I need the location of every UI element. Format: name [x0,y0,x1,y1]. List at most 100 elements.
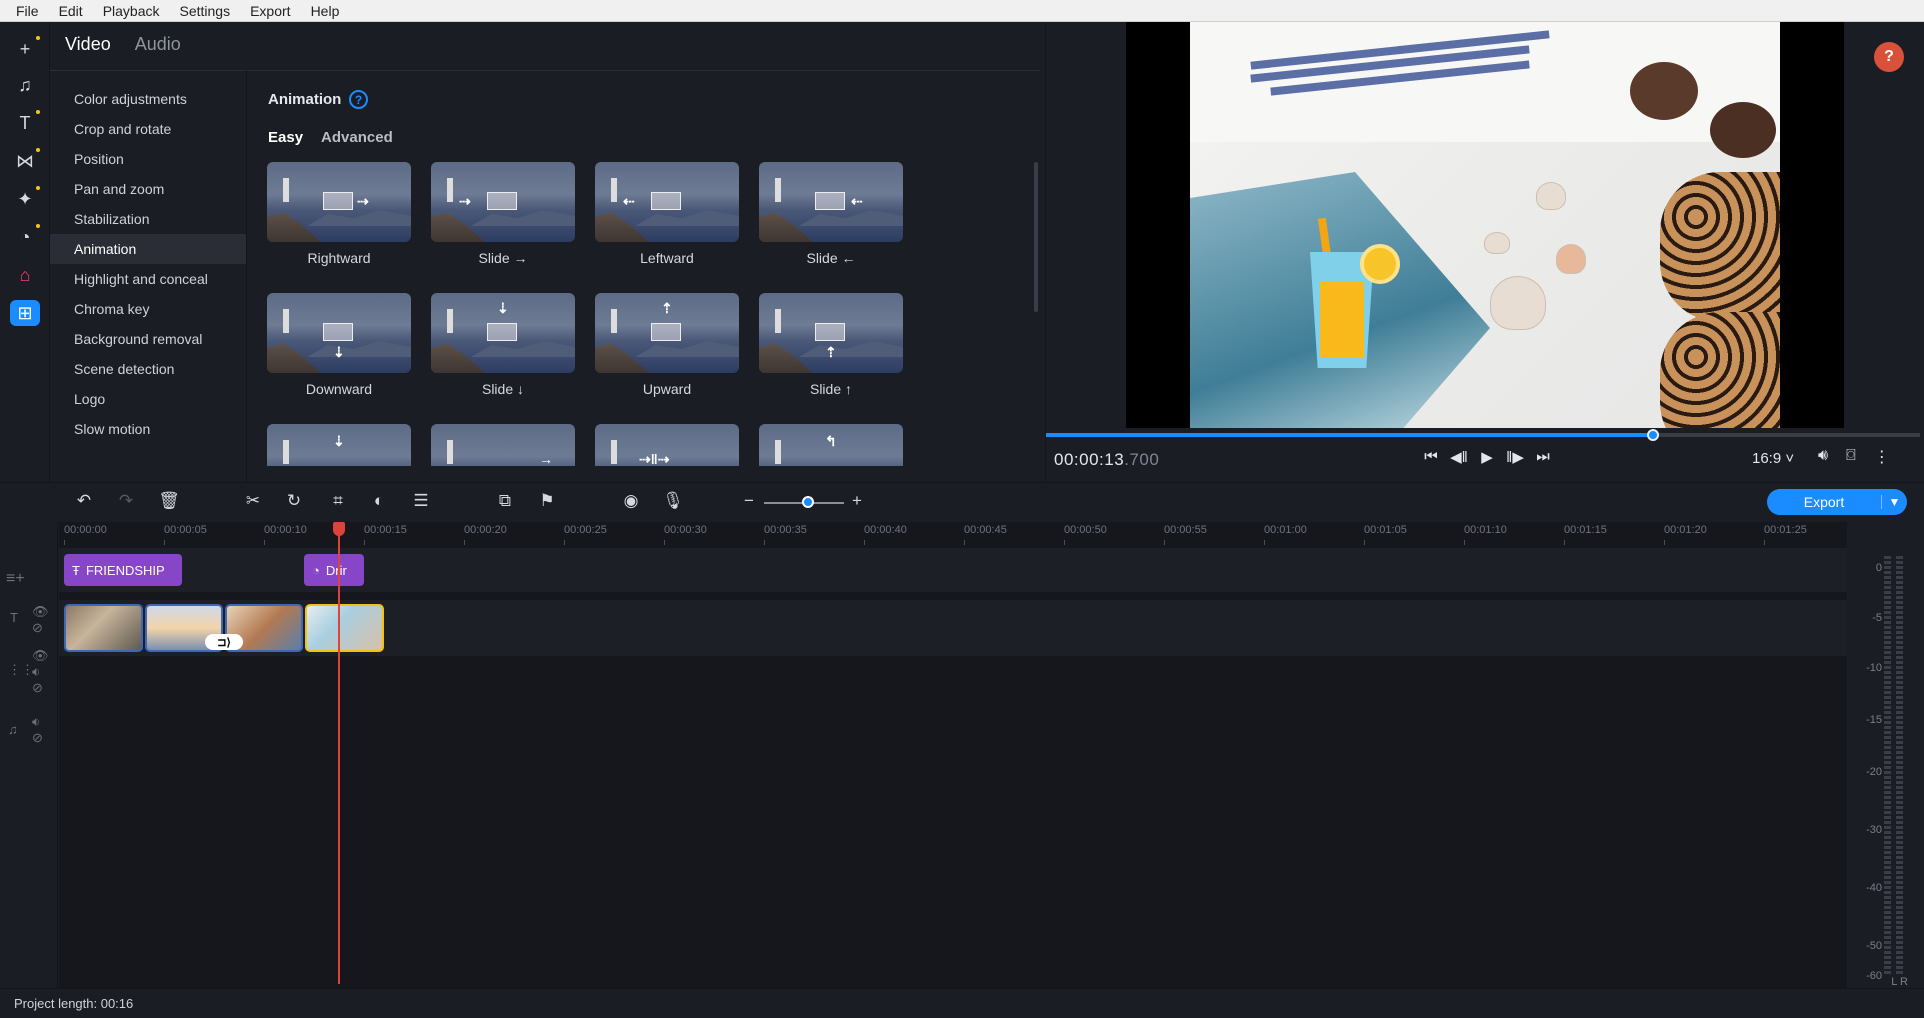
lock-icon[interactable]: ⊘ [32,730,43,746]
volume-icon[interactable]: 🔊︎ [1818,447,1828,467]
preset-partial[interactable]: ↰ [759,424,903,466]
rotate-icon[interactable]: ↻ [283,491,305,511]
playhead[interactable] [338,526,340,984]
eye-icon[interactable]: 👁︎ [32,604,49,620]
skip-start-icon[interactable]: ⏮ [1422,448,1440,466]
video-clip-1[interactable] [64,604,143,652]
zoom-slider-knob[interactable] [802,496,814,508]
preset-partial[interactable]: ⇢‖⇢ [595,424,739,466]
title-clip[interactable]: Ŧ FRIENDSHIP [64,554,182,586]
sidebar-item-slow-motion[interactable]: Slow motion [50,414,246,444]
sidebar-item-chroma-key[interactable]: Chroma key [50,294,246,324]
menu-settings[interactable]: Settings [170,3,241,19]
menu-playback[interactable]: Playback [93,3,170,19]
panel-scrollbar[interactable] [1034,162,1038,312]
preset-partial[interactable]: → [431,424,575,466]
preset-upward[interactable]: ⇡ Upward [595,293,739,397]
stickers-icon[interactable]: ◔ [9,222,41,252]
sidebar-item-position[interactable]: Position [50,144,246,174]
meter-db-label: -30 [1866,824,1882,836]
preset-rightward[interactable]: ⇢ Rightward [267,162,411,266]
menu-edit[interactable]: Edit [49,3,93,19]
webcam-icon[interactable]: ◉ [620,491,642,511]
sidebar-item-scene-detection[interactable]: Scene detection [50,354,246,384]
skip-end-icon[interactable]: ⏭ [1534,448,1552,466]
preset-slide-right[interactable]: ⇢ Slide → [431,162,575,266]
sidebar-item-animation[interactable]: Animation [50,234,246,264]
transport-controls: ⏮ ◀‖ ▶ ‖▶ ⏭ [1422,448,1552,466]
undo-icon[interactable]: ↶ [73,491,95,511]
sidebar-item-background-removal[interactable]: Background removal [50,324,246,354]
marker-flag-icon[interactable]: ⚑ [536,491,558,511]
add-track-icon[interactable]: ≡+ [6,570,25,588]
store-icon[interactable]: ⌂ [9,260,41,290]
chevron-down-icon[interactable]: ▼ [1881,495,1907,509]
video-clip-4-selected[interactable] [305,604,384,652]
tab-video[interactable]: Video [65,34,111,55]
track-headers: ≡+ T 👁︎ ⊘ ⋮⋮ 👁︎ 🔉︎ ⊘ ♫ 🔉︎ ⊘ [0,522,58,988]
filters-icon[interactable]: ✦ [9,184,41,214]
ruler-tick-label: 00:00:00 [64,524,107,536]
play-icon[interactable]: ▶ [1478,448,1496,466]
snapshot-icon[interactable]: ⌼ [1846,447,1856,467]
menu-help[interactable]: Help [301,3,350,19]
timeline-ruler[interactable]: 00:00:00 00:00:05 00:00:10 00:00:15 00:00:20… [59,522,1847,546]
sidebar-item-color-adjustments[interactable]: Color adjustments [50,84,246,114]
music-icon[interactable]: ♫ [9,70,41,100]
menu-file[interactable]: File [6,3,49,19]
color-icon[interactable]: ◐ [368,491,390,511]
zoom-out-icon[interactable]: − [738,491,760,511]
preset-label: Slide ↑ [809,381,853,397]
playhead-handle[interactable] [333,522,345,536]
lock-icon[interactable]: ⊘ [32,620,43,636]
microphone-icon[interactable]: 🎙︎ [662,491,684,511]
aspect-ratio-select[interactable]: 16:9 ˅ [1752,450,1794,467]
playback-progress[interactable] [1046,429,1920,441]
progress-knob[interactable] [1647,429,1660,441]
zoom-in-icon[interactable]: + [846,491,868,511]
preset-slide-up[interactable]: ⇡ Slide ↑ [759,293,903,397]
lock-icon[interactable]: ⊘ [32,680,43,696]
menu-export[interactable]: Export [240,3,300,19]
tab-advanced[interactable]: Advanced [321,129,393,146]
mute-icon[interactable]: 🔉︎ [32,664,40,680]
step-forward-icon[interactable]: ‖▶ [1506,448,1524,466]
sidebar-item-pan-zoom[interactable]: Pan and zoom [50,174,246,204]
export-label: Export [1803,494,1845,510]
more-tools-icon[interactable]: ⊞ [10,300,40,326]
clip-properties-icon[interactable]: ☰ [410,491,432,511]
mute-icon[interactable]: 🔉︎ [32,714,40,730]
cut-icon[interactable]: ✂ [242,491,264,511]
redo-icon[interactable]: ↷ [115,491,137,511]
sidebar-item-crop-rotate[interactable]: Crop and rotate [50,114,246,144]
preset-label: Rightward [307,250,371,266]
export-button[interactable]: Export ▼ [1767,489,1907,515]
preset-partial[interactable]: ⇣ [267,424,411,466]
pip-icon[interactable]: ⧉ [494,491,516,511]
add-media-icon[interactable]: + [9,34,41,64]
preset-slide-down[interactable]: ⇣ Slide ↓ [431,293,575,397]
sidebar-item-highlight-conceal[interactable]: Highlight and conceal [50,264,246,294]
preset-slide-left[interactable]: ⇠ Slide ← [759,162,903,266]
preset-downward[interactable]: ⇣ Downward [267,293,411,397]
transition-icon[interactable]: ⊐⟩ [205,634,243,650]
sidebar-item-stabilization[interactable]: Stabilization [50,204,246,234]
preset-leftward[interactable]: ⇠ Leftward [595,162,739,266]
tab-audio[interactable]: Audio [135,34,181,55]
preset-thumbnail: ⇡ [759,293,903,373]
crop-icon[interactable]: ⌗ [327,491,349,511]
ruler-tick-label: 00:00:55 [1164,524,1207,536]
more-icon[interactable]: ⋮ [1874,447,1890,467]
help-button[interactable]: ? [1874,42,1904,72]
titles-icon[interactable]: T [9,108,41,138]
step-back-icon[interactable]: ◀‖ [1450,448,1468,466]
delete-icon[interactable]: 🗑︎ [158,491,180,511]
sticker-clip[interactable]: ◔ Drir [304,554,364,586]
transitions-icon[interactable]: ⋈ [9,146,41,176]
preset-label: Upward [642,381,692,397]
question-icon[interactable]: ? [349,90,368,109]
tab-easy[interactable]: Easy [268,129,303,146]
ruler-tick-label: 00:00:40 [864,524,907,536]
sidebar-item-logo[interactable]: Logo [50,384,246,414]
eye-icon[interactable]: 👁︎ [32,648,49,664]
